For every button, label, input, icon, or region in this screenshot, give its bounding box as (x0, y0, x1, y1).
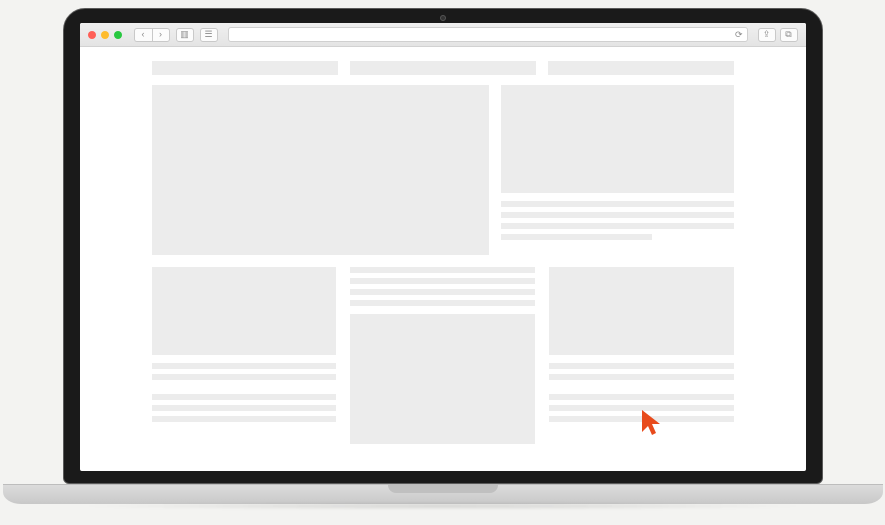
nav-back-forward-group: ‹ › (134, 28, 170, 42)
sidebar-icon: ▥ (180, 30, 189, 39)
card-image-placeholder (549, 267, 734, 355)
header-placeholder (548, 61, 734, 75)
maximize-window-icon[interactable] (114, 31, 122, 39)
text-line-placeholder (501, 234, 652, 240)
text-line-placeholder (152, 363, 337, 369)
text-line-placeholder (501, 212, 733, 218)
refresh-icon[interactable]: ⟳ (735, 29, 743, 40)
text-lines-placeholder (549, 363, 734, 380)
tabs-icon: ⧉ (785, 30, 791, 39)
text-line-placeholder (350, 289, 535, 295)
laptop-base (3, 484, 883, 504)
tabs-button[interactable]: ⧉ (780, 28, 798, 42)
page-content-wireframe (80, 47, 806, 471)
bookmarks-button[interactable]: ☰ (200, 28, 218, 42)
three-column-row (152, 267, 734, 444)
browser-toolbar: ‹ › ▥ ☰ ⟳ ⇪ ⧉ (80, 23, 806, 47)
camera-dot (440, 15, 446, 21)
text-line-placeholder (350, 300, 535, 306)
text-lines-placeholder (501, 201, 733, 240)
bookmarks-icon: ☰ (204, 30, 212, 39)
header-placeholder (152, 61, 338, 75)
window-controls (88, 31, 122, 39)
column-right (549, 267, 734, 444)
text-line-placeholder (152, 405, 337, 411)
sidebar-toggle-button[interactable]: ▥ (176, 28, 194, 42)
header-placeholder-row (152, 61, 734, 75)
minimize-window-icon[interactable] (101, 31, 109, 39)
text-line-placeholder (501, 201, 733, 207)
text-line-placeholder (549, 394, 734, 400)
back-button[interactable]: ‹ (134, 28, 152, 42)
address-bar[interactable]: ⟳ (228, 27, 748, 42)
hero-right-column (501, 85, 733, 255)
text-lines-placeholder (549, 394, 734, 422)
close-window-icon[interactable] (88, 31, 96, 39)
laptop-shadow (73, 502, 812, 510)
text-lines-placeholder (152, 394, 337, 422)
text-line-placeholder (549, 416, 734, 422)
laptop-hinge-notch (388, 485, 498, 493)
text-lines-placeholder (350, 267, 535, 306)
hero-row (152, 85, 734, 255)
text-line-placeholder (152, 374, 337, 380)
text-lines-placeholder (152, 363, 337, 380)
text-line-placeholder (350, 278, 535, 284)
text-line-placeholder (549, 363, 734, 369)
text-line-placeholder (152, 394, 337, 400)
laptop-frame: ‹ › ▥ ☰ ⟳ ⇪ ⧉ (63, 8, 823, 504)
share-button[interactable]: ⇪ (758, 28, 776, 42)
toolbar-right-group: ⇪ ⧉ (758, 28, 798, 42)
column-middle (350, 267, 535, 444)
card-image-placeholder (350, 314, 535, 444)
laptop-bezel: ‹ › ▥ ☰ ⟳ ⇪ ⧉ (63, 8, 823, 484)
text-line-placeholder (501, 223, 733, 229)
hero-image-placeholder (152, 85, 490, 255)
text-line-placeholder (350, 267, 535, 273)
chevron-left-icon: ‹ (142, 30, 145, 39)
forward-button[interactable]: › (152, 28, 170, 42)
chevron-right-icon: › (159, 30, 162, 39)
text-line-placeholder (549, 374, 734, 380)
text-line-placeholder (152, 416, 337, 422)
header-placeholder (350, 61, 536, 75)
share-icon: ⇪ (763, 30, 771, 39)
laptop-screen: ‹ › ▥ ☰ ⟳ ⇪ ⧉ (80, 23, 806, 471)
text-line-placeholder (549, 405, 734, 411)
card-image-placeholder (152, 267, 337, 355)
column-left (152, 267, 337, 444)
secondary-image-placeholder (501, 85, 733, 193)
